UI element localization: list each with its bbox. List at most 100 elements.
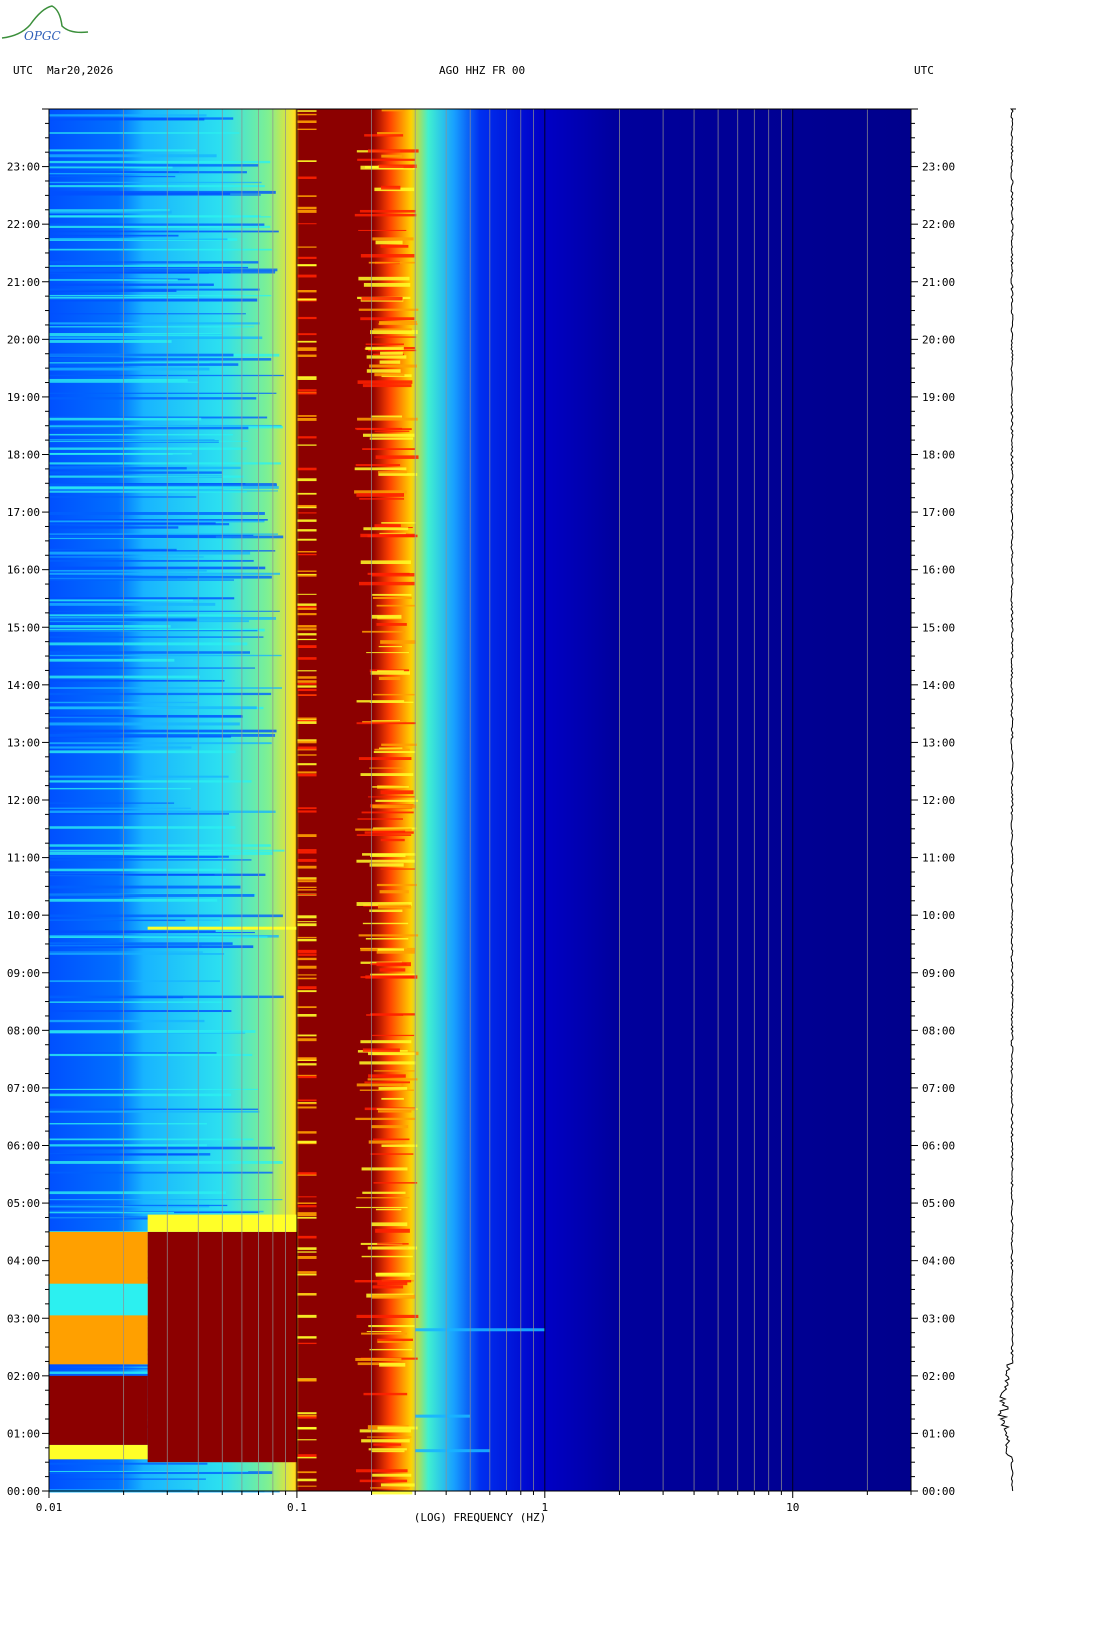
- spectrogram-streak: [49, 746, 192, 749]
- microseism-streak: [380, 640, 416, 644]
- spectrogram-streak: [49, 775, 229, 778]
- microseism-streak: [358, 934, 419, 937]
- microseism-streak: [362, 1048, 400, 1052]
- microseism-streak: [367, 1052, 416, 1056]
- y-tick-label-left: 14:00: [7, 679, 40, 692]
- y-tick-label-left: 11:00: [7, 852, 40, 865]
- microseism-streak: [356, 1469, 408, 1473]
- band-streak: [296, 1342, 317, 1345]
- band-streak: [296, 849, 317, 852]
- band-streak: [296, 773, 317, 777]
- microseism-streak: [381, 743, 417, 746]
- spectrogram-streak: [49, 642, 248, 646]
- band-streak: [296, 1255, 317, 1259]
- band-streak: [296, 316, 317, 320]
- microseism-streak: [381, 1097, 404, 1100]
- band-streak: [296, 954, 317, 956]
- spectrogram-streak: [49, 742, 272, 745]
- spectrogram-streak: [49, 914, 283, 918]
- spectrogram-streak: [49, 714, 243, 718]
- band-streak: [296, 551, 317, 553]
- microseism-streak: [368, 1448, 407, 1451]
- band-streak: [296, 657, 317, 660]
- band-streak: [296, 858, 317, 862]
- spectrogram-streak: [49, 367, 210, 371]
- spectrogram-streak: [49, 844, 271, 847]
- microseism-streak: [357, 380, 413, 384]
- microseism-streak: [372, 1285, 404, 1289]
- spectrogram-streak: [49, 1001, 224, 1003]
- microseism-streak: [368, 261, 416, 264]
- microseism-streak: [378, 471, 407, 474]
- band-streak: [296, 298, 317, 301]
- spectrogram-streak: [49, 230, 279, 233]
- y-tick-label-right: 22:00: [922, 218, 955, 231]
- spectrogram-streak: [49, 1211, 175, 1214]
- microseism-streak: [361, 811, 414, 814]
- spectrogram-streak: [49, 1093, 232, 1097]
- band-streak: [296, 834, 317, 838]
- band-streak: [296, 246, 317, 248]
- spectrogram-streak: [49, 654, 282, 657]
- spectrogram-streak: [49, 1010, 232, 1013]
- microseism-streak: [381, 185, 401, 190]
- spectrogram-streak: [49, 551, 251, 555]
- microseism-streak: [356, 700, 405, 703]
- x-tick-label: 0.1: [287, 1501, 307, 1514]
- spectrogram-streak: [49, 340, 172, 343]
- y-tick-label-right: 14:00: [922, 679, 955, 692]
- microseism-streak: [359, 1429, 411, 1433]
- spectrogram-streak: [49, 667, 256, 669]
- spectrogram-streak: [49, 210, 172, 214]
- event-streak: [415, 1414, 471, 1418]
- band-streak: [296, 1293, 317, 1295]
- band-streak: [296, 1063, 317, 1066]
- band-streak: [296, 418, 317, 421]
- spectrogram-streak: [49, 294, 272, 297]
- band-streak: [296, 807, 317, 810]
- microseism-streak: [380, 1483, 416, 1487]
- microseism-streak: [371, 573, 415, 577]
- spectrogram-streak: [49, 225, 271, 228]
- spectrogram-streak: [49, 849, 285, 852]
- band-streak: [296, 538, 317, 541]
- spectrogram-streak: [49, 171, 179, 173]
- y-tick-label-right: 21:00: [922, 276, 955, 289]
- band-streak: [296, 1454, 317, 1457]
- microseism-streak: [360, 1040, 412, 1044]
- spectrogram-streak: [49, 780, 252, 783]
- microseism-streak: [358, 308, 419, 311]
- y-tick-label-left: 09:00: [7, 967, 40, 980]
- spectrogram-streak: [49, 313, 246, 315]
- microseism-streak: [362, 630, 406, 633]
- microseism-streak: [380, 868, 416, 870]
- spectrogram-streak: [49, 658, 175, 662]
- waveform-trace: [997, 108, 1016, 1492]
- spectrogram-streak: [49, 636, 264, 638]
- band-streak: [296, 990, 317, 993]
- band-streak: [296, 256, 317, 259]
- spectrogram-streak: [49, 194, 261, 196]
- microseism-streak: [369, 364, 417, 368]
- band-streak: [296, 1478, 317, 1482]
- microseism-streak: [380, 790, 414, 795]
- band-streak: [296, 1172, 317, 1175]
- band-streak: [296, 915, 317, 919]
- x-axis-label: (LOG) FREQUENCY (HZ): [414, 1511, 546, 1524]
- spectrogram-streak: [49, 279, 178, 281]
- spectrogram-streak: [49, 1462, 208, 1465]
- microseism-streak: [372, 804, 417, 809]
- spectrogram-streak: [49, 550, 276, 552]
- band-streak: [296, 195, 317, 197]
- spectrogram-streak: [49, 826, 236, 829]
- band-streak: [296, 688, 317, 692]
- microseism-streak: [369, 1348, 413, 1351]
- spectrogram-streak: [49, 440, 249, 442]
- microseism-streak: [375, 240, 403, 245]
- band-streak: [296, 570, 317, 572]
- y-tick-label-left: 00:00: [7, 1485, 40, 1498]
- spectrogram-streak: [49, 496, 197, 498]
- microseism-streak: [366, 652, 409, 654]
- y-tick-label-right: 06:00: [922, 1140, 955, 1153]
- spectrogram-streak: [49, 475, 244, 478]
